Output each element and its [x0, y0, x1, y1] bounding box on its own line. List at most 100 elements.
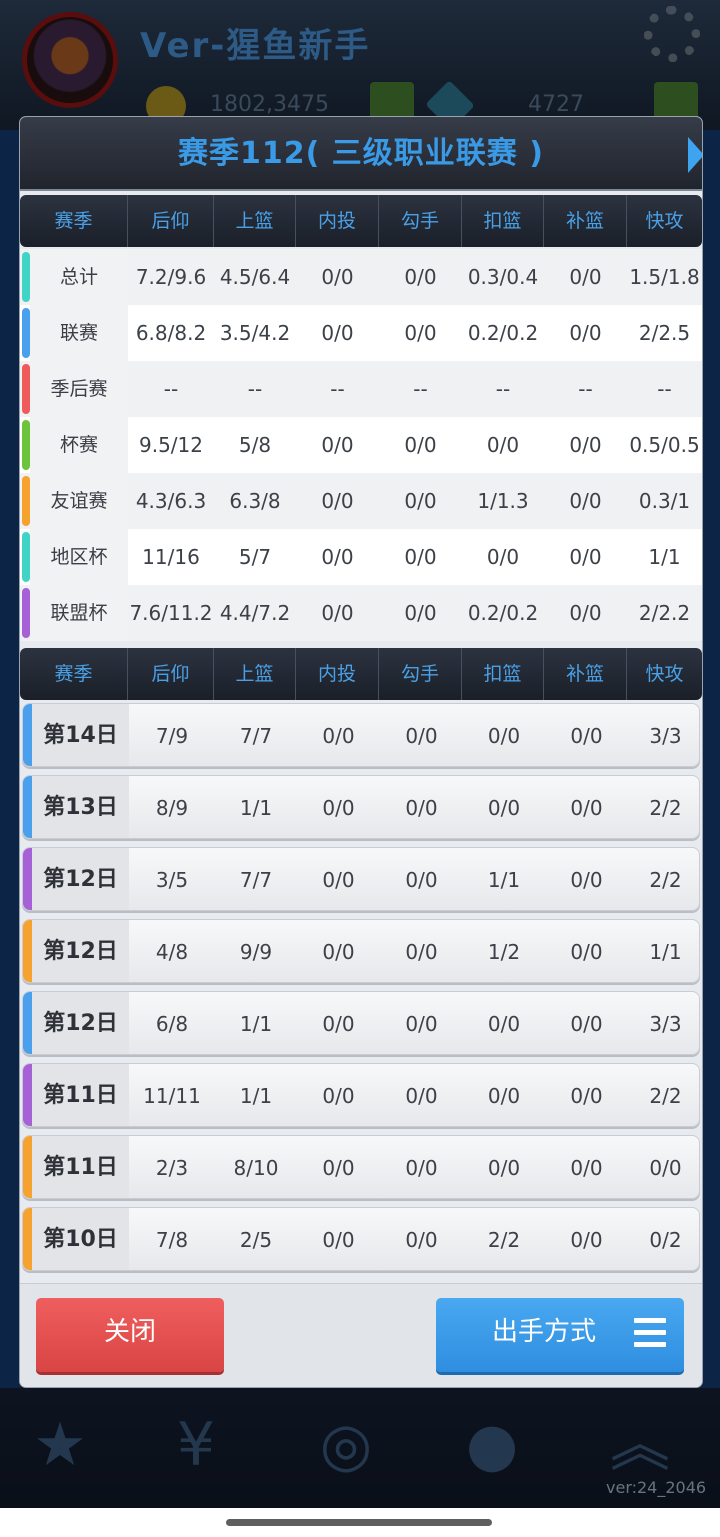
stat-cell: 4/8 — [155, 940, 189, 964]
stat-cell: 0/0 — [486, 433, 520, 457]
stat-cell: 0/0 — [569, 489, 602, 513]
season-row: 季后赛 -- -- -- -- -- -- -- — [20, 361, 702, 417]
stat-cell: 0/0 — [569, 433, 602, 457]
game-row[interactable]: 第11日 2/3 8/10 0/0 0/0 0/0 0/0 0/0 — [22, 1135, 700, 1199]
game-day-label: 第11日 — [32, 1064, 129, 1126]
season-row-label: 联赛 — [30, 305, 128, 361]
add-coins-button — [370, 82, 414, 122]
season-row-label: 地区杯 — [30, 529, 128, 585]
stat-cell: 6.8/8.2 — [135, 321, 207, 345]
stat-cell: 0/0 — [649, 1156, 682, 1180]
stat-cell: 4.3/6.3 — [135, 489, 207, 513]
stat-cell: 9.5/12 — [139, 433, 203, 457]
stat-cell: 0/0 — [404, 433, 437, 457]
stat-cell: 0/0 — [321, 433, 354, 457]
stat-cell: 0/0 — [487, 1156, 521, 1180]
season-row: 总计 7.2/9.6 4.5/6.4 0/0 0/0 0.3/0.4 0/0 1.5/1.8 — [20, 249, 702, 305]
stat-cell: 0.2/0.2 — [467, 601, 539, 625]
game-row[interactable]: 第13日 8/9 1/1 0/0 0/0 0/0 0/0 2/2 — [22, 775, 700, 839]
stat-cell: 0/0 — [322, 940, 355, 964]
column-header: 赛季 — [20, 648, 128, 700]
season-row: 地区杯 11/16 5/7 0/0 0/0 0/0 0/0 1/1 — [20, 529, 702, 585]
column-header: 上篮 — [214, 195, 296, 247]
stat-cell: -- — [163, 377, 179, 401]
gear-icon — [644, 6, 700, 62]
column-header: 勾手 — [379, 648, 462, 700]
stat-cell: 0/0 — [569, 265, 602, 289]
stat-cell: 0/0 — [487, 1084, 521, 1108]
stat-cell: 6.3/8 — [229, 489, 281, 513]
game-log-header: 赛季 后仰 上篮 内投 勾手 扣篮 补篮 快攻 — [20, 648, 702, 700]
avatar — [22, 12, 118, 108]
next-season-arrow-icon[interactable] — [688, 137, 702, 173]
stat-cell: 0/0 — [405, 724, 438, 748]
stat-cell: 0/0 — [487, 724, 521, 748]
stat-cell: 6/8 — [155, 1012, 189, 1036]
stat-cell: 0/0 — [404, 265, 437, 289]
stat-cell: 0/0 — [487, 1012, 521, 1036]
stat-cell: 0/0 — [322, 868, 355, 892]
row-accent — [22, 588, 30, 638]
season-row-label: 友谊赛 — [30, 473, 128, 529]
row-accent — [23, 1064, 32, 1126]
game-row[interactable]: 第12日 4/8 9/9 0/0 0/0 1/2 0/0 1/1 — [22, 919, 700, 983]
column-header: 快攻 — [645, 210, 684, 232]
stat-cell: 7.2/9.6 — [135, 265, 207, 289]
stat-cell: 7/8 — [155, 1228, 189, 1252]
stat-cell: 0/0 — [404, 545, 437, 569]
stat-cell: 0/0 — [405, 1228, 438, 1252]
close-button[interactable]: 关闭 — [36, 1298, 224, 1372]
stat-cell: 0/0 — [321, 545, 354, 569]
season-row: 友谊赛 4.3/6.3 6.3/8 0/0 0/0 1/1.3 0/0 0.3/1 — [20, 473, 702, 529]
stat-cell: 1/1 — [239, 1084, 273, 1108]
shot-mode-label: 出手方式 — [492, 1317, 597, 1347]
row-accent — [22, 308, 30, 358]
stat-cell: 2/2 — [649, 1084, 682, 1108]
row-accent — [23, 992, 32, 1054]
stat-cell: 11/11 — [143, 1084, 201, 1108]
stat-cell: 7/7 — [239, 724, 273, 748]
game-row[interactable]: 第14日 7/9 7/7 0/0 0/0 0/0 0/0 3/3 — [22, 703, 700, 767]
stat-cell: 0/0 — [570, 724, 603, 748]
stat-cell: 5/8 — [238, 433, 272, 457]
column-header: 快攻 — [645, 663, 684, 685]
stat-cell: 7/7 — [239, 868, 273, 892]
stat-cell: 0/0 — [405, 1156, 438, 1180]
stat-cell: 5/7 — [238, 545, 272, 569]
gems-value: 4727 — [528, 92, 584, 117]
stat-cell: 2/2 — [487, 1228, 521, 1252]
stat-cell: 0/0 — [569, 545, 602, 569]
stat-cell: 4.5/6.4 — [219, 265, 291, 289]
season-row-label: 杯赛 — [30, 417, 128, 473]
home-indicator[interactable] — [226, 1519, 492, 1526]
season-row: 联赛 6.8/8.2 3.5/4.2 0/0 0/0 0.2/0.2 0/0 2/2.5 — [20, 305, 702, 361]
column-header: 后仰 — [128, 195, 214, 247]
column-header: 补篮 — [544, 195, 627, 247]
column-header: 后仰 — [128, 648, 214, 700]
chevron-up-icon: ︽ — [610, 1410, 670, 1480]
stat-cell: 0/0 — [570, 1012, 603, 1036]
game-day-label: 第11日 — [32, 1136, 129, 1198]
game-row[interactable]: 第11日 11/11 1/1 0/0 0/0 0/0 0/0 2/2 — [22, 1063, 700, 1127]
shooting-stats-dialog: 赛季112( 三级职业联赛 ) 赛季 后仰 上篮 内投 勾手 扣篮 补篮 快攻 总计 7.2/9… — [20, 117, 702, 1387]
stat-cell: 0/0 — [570, 796, 603, 820]
stat-cell: 1/2 — [487, 940, 521, 964]
stat-cell: 0/0 — [322, 796, 355, 820]
game-row[interactable]: 第12日 6/8 1/1 0/0 0/0 0/0 0/0 3/3 — [22, 991, 700, 1055]
game-row[interactable]: 第12日 3/5 7/7 0/0 0/0 1/1 0/0 2/2 — [22, 847, 700, 911]
season-row-label: 总计 — [30, 249, 128, 305]
stat-cell: 0/0 — [405, 868, 438, 892]
shot-mode-button[interactable]: 出手方式 — [436, 1298, 684, 1372]
dialog-footer: 关闭 出手方式 — [20, 1283, 702, 1387]
stat-cell: -- — [657, 377, 672, 401]
stat-cell: -- — [247, 377, 263, 401]
row-accent — [22, 364, 30, 414]
stat-cell: 2/2 — [649, 796, 682, 820]
column-header: 补篮 — [544, 648, 627, 700]
stat-cell: 2/2.2 — [638, 601, 691, 625]
stat-cell: 1/1 — [648, 545, 681, 569]
row-accent — [23, 848, 32, 910]
stat-cell: 8/10 — [233, 1156, 279, 1180]
game-row[interactable]: 第10日 7/8 2/5 0/0 0/0 2/2 0/0 0/2 — [22, 1207, 700, 1271]
star-icon: ★ — [33, 1410, 87, 1480]
